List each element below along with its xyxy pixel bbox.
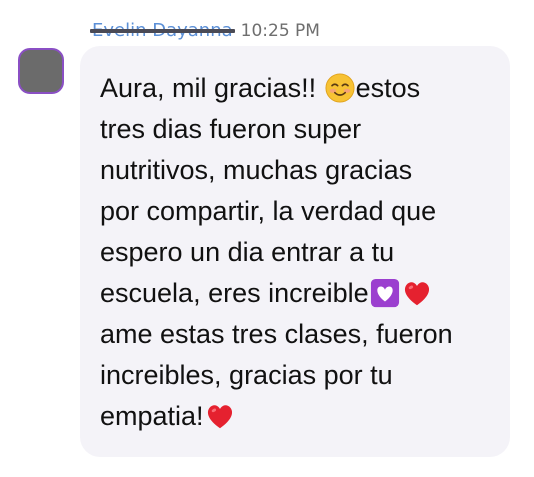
avatar[interactable] (18, 48, 64, 94)
message-text-fragment: Aura, mil gracias!! (100, 73, 324, 103)
message-bubble[interactable]: Aura, mil gracias!! estos tres dias fuero… (80, 46, 510, 457)
message-line: tres dias fueron super (100, 109, 490, 150)
message-text-fragment: empatia! (100, 401, 204, 431)
heart-decoration-icon (370, 278, 400, 308)
message-text-fragment: escuela, eres increible (100, 278, 369, 308)
message-line: Aura, mil gracias!! estos (100, 68, 490, 109)
message-text: Aura, mil gracias!! estos tres dias fuero… (100, 68, 490, 437)
message-text-fragment: ame estas tres clases, fueron (100, 319, 453, 349)
red-heart-icon (205, 401, 235, 431)
message-text-fragment: por compartir, la verdad que (100, 196, 437, 226)
message-text-fragment: nutritivos, muchas gracias (100, 155, 413, 185)
smiling-face-icon (325, 73, 355, 103)
message-line: espero un dia entrar a tu (100, 232, 490, 273)
message-text-fragment: estos (355, 73, 421, 103)
message-line: increibles, gracias por tu (100, 355, 490, 396)
message-line: por compartir, la verdad que (100, 191, 490, 232)
message-text-fragment: espero un dia entrar a tu (100, 237, 395, 267)
message-text-fragment: tres dias fueron super (100, 114, 362, 144)
redaction-strike (90, 29, 235, 33)
message-timestamp: 10:25 PM (240, 21, 320, 41)
message-line: ame estas tres clases, fueron (100, 314, 490, 355)
message-line: escuela, eres increible (100, 273, 490, 314)
message-header: Evelin Dayanna 10:25 PM (90, 18, 320, 44)
sender-name[interactable]: Evelin Dayanna (90, 18, 235, 44)
message-text-fragment: increibles, gracias por tu (100, 360, 393, 390)
message-line: empatia! (100, 396, 490, 437)
message-line: nutritivos, muchas gracias (100, 150, 490, 191)
red-heart-icon (402, 278, 432, 308)
chat-message-screen: Evelin Dayanna 10:25 PM Aura, mil gracia… (0, 0, 534, 477)
